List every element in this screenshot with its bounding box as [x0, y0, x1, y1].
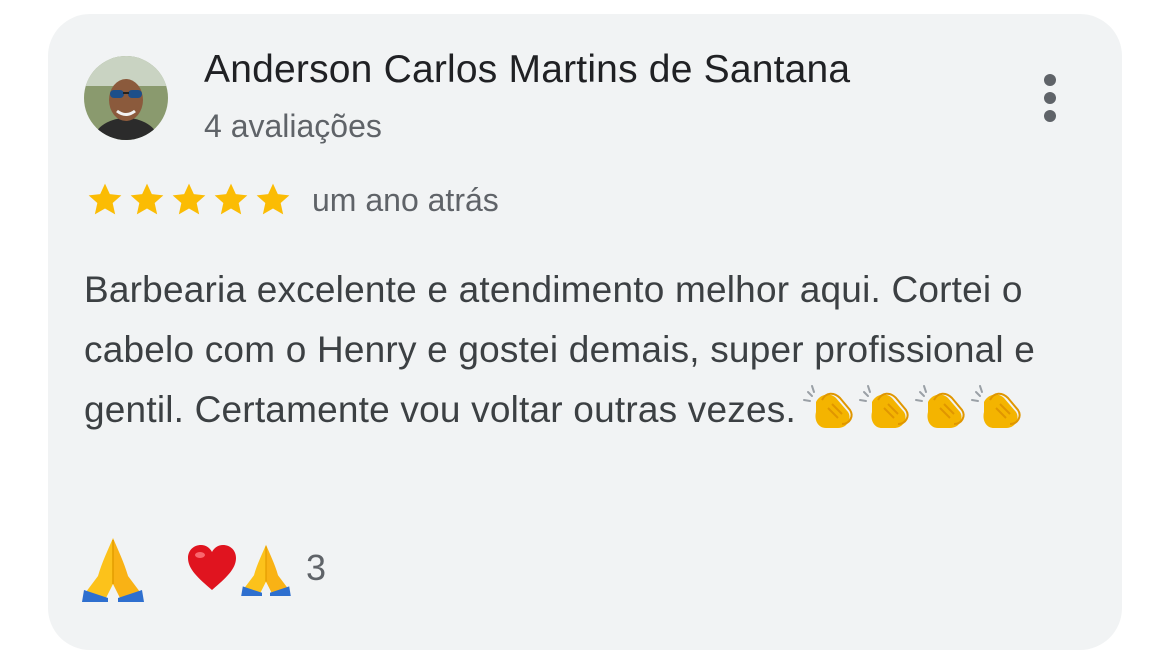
folded-hands-reaction-button[interactable]	[78, 532, 148, 602]
reviewer-name[interactable]: Anderson Carlos Martins de Santana	[204, 48, 850, 92]
red-heart-icon	[188, 545, 236, 590]
review-emojis	[802, 382, 1026, 432]
folded-hands-icon	[241, 544, 291, 596]
clapping-hands-icon	[802, 385, 853, 428]
star-icon	[130, 183, 164, 215]
star-icon	[256, 183, 290, 215]
reactions-summary[interactable]: 3	[186, 538, 326, 598]
reviewer-review-count: 4 avaliações	[204, 108, 382, 144]
star-icon	[214, 183, 248, 215]
star-icon	[88, 183, 122, 215]
review-text: Barbearia excelente e atendimento melhor…	[84, 260, 1084, 440]
folded-hands-icon	[82, 538, 144, 602]
clapping-hands-icon	[914, 385, 965, 428]
reviewer-avatar[interactable]	[84, 56, 168, 140]
review-date: um ano atrás	[312, 182, 499, 218]
clapping-hands-icon	[858, 385, 909, 428]
clapping-hands-icon	[970, 385, 1021, 428]
more-vert-icon[interactable]	[1032, 68, 1068, 128]
star-icon	[172, 183, 206, 215]
review-card: Anderson Carlos Martins de Santana 4 ava…	[48, 14, 1122, 650]
reaction-count: 3	[306, 547, 327, 588]
star-rating	[84, 180, 294, 220]
